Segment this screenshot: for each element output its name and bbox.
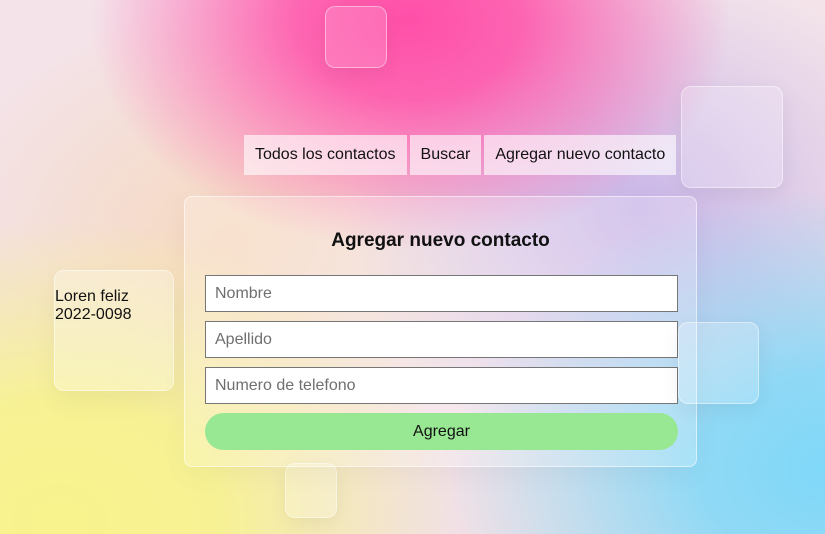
phone-number-input[interactable]	[205, 367, 678, 404]
tab-all-contacts[interactable]: Todos los contactos	[244, 135, 407, 175]
add-contact-form: Agregar nuevo contacto Agregar	[184, 196, 697, 467]
form-title: Agregar nuevo contacto	[331, 230, 550, 251]
decorative-glass-square	[325, 6, 387, 68]
author-id: 2022-0098	[55, 306, 132, 323]
main-nav: Todos los contactos Buscar Agregar nuevo…	[244, 135, 677, 175]
decorative-glass-square	[285, 463, 337, 518]
decorative-glass-square	[678, 322, 759, 404]
add-contact-button[interactable]: Agregar	[205, 413, 678, 450]
author-card: Loren feliz 2022-0098	[54, 270, 174, 391]
tab-add-contact[interactable]: Agregar nuevo contacto	[484, 135, 677, 175]
author-name: Loren feliz	[55, 288, 129, 305]
first-name-input[interactable]	[205, 275, 678, 312]
decorative-glass-square	[681, 86, 783, 188]
last-name-input[interactable]	[205, 321, 678, 358]
tab-search[interactable]: Buscar	[409, 135, 482, 175]
